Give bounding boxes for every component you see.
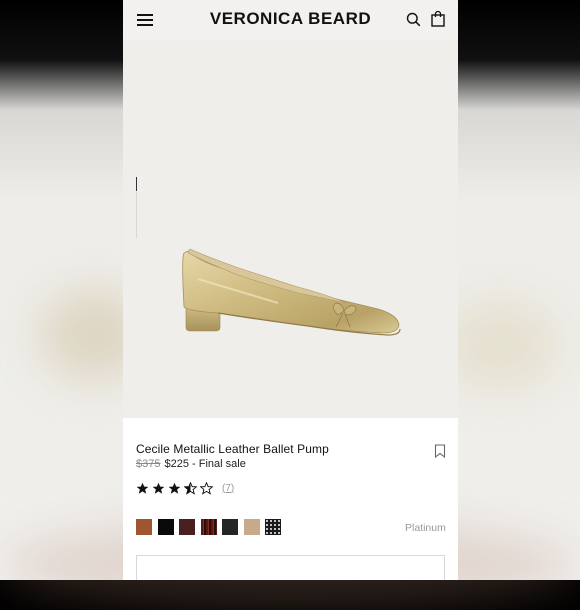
- search-icon[interactable]: [406, 12, 421, 27]
- star-full-icon: [168, 482, 181, 494]
- product-image[interactable]: [178, 245, 403, 345]
- backdrop-blur-right: [440, 300, 560, 390]
- star-full-icon: [136, 482, 149, 494]
- selected-color-label: Platinum: [405, 522, 446, 534]
- color-swatch[interactable]: [265, 519, 281, 535]
- color-swatch[interactable]: [136, 519, 152, 535]
- original-price: $375: [136, 458, 161, 470]
- sale-price: $225: [164, 458, 189, 470]
- shopping-bag-icon[interactable]: [431, 11, 445, 27]
- star-empty-icon: [200, 481, 213, 495]
- gallery-progress-track: [136, 192, 137, 238]
- review-count-link[interactable]: (7): [222, 483, 234, 494]
- mobile-page: VERONICA BEARD Cecile Metallic Leather B…: [123, 0, 458, 580]
- color-swatch[interactable]: [222, 519, 238, 535]
- color-swatches: [136, 519, 287, 535]
- product-gallery[interactable]: [123, 40, 458, 418]
- color-swatch[interactable]: [157, 519, 174, 535]
- sale-note: - Final sale: [188, 458, 246, 470]
- star-half-icon: [184, 481, 197, 495]
- bookmark-icon[interactable]: [434, 444, 446, 458]
- rating-row: (7): [136, 481, 234, 495]
- price-row: $375 $225 - Final sale: [136, 458, 246, 470]
- color-swatch[interactable]: [179, 519, 195, 535]
- star-full-icon: [152, 482, 165, 494]
- color-swatch[interactable]: [200, 519, 217, 535]
- site-header: VERONICA BEARD: [123, 0, 458, 40]
- gallery-progress-marker: [136, 177, 137, 191]
- size-selector[interactable]: [136, 555, 445, 580]
- product-info: Cecile Metallic Leather Ballet Pump $375…: [123, 418, 458, 580]
- product-title: Cecile Metallic Leather Ballet Pump: [136, 442, 329, 456]
- color-swatch[interactable]: [243, 519, 260, 535]
